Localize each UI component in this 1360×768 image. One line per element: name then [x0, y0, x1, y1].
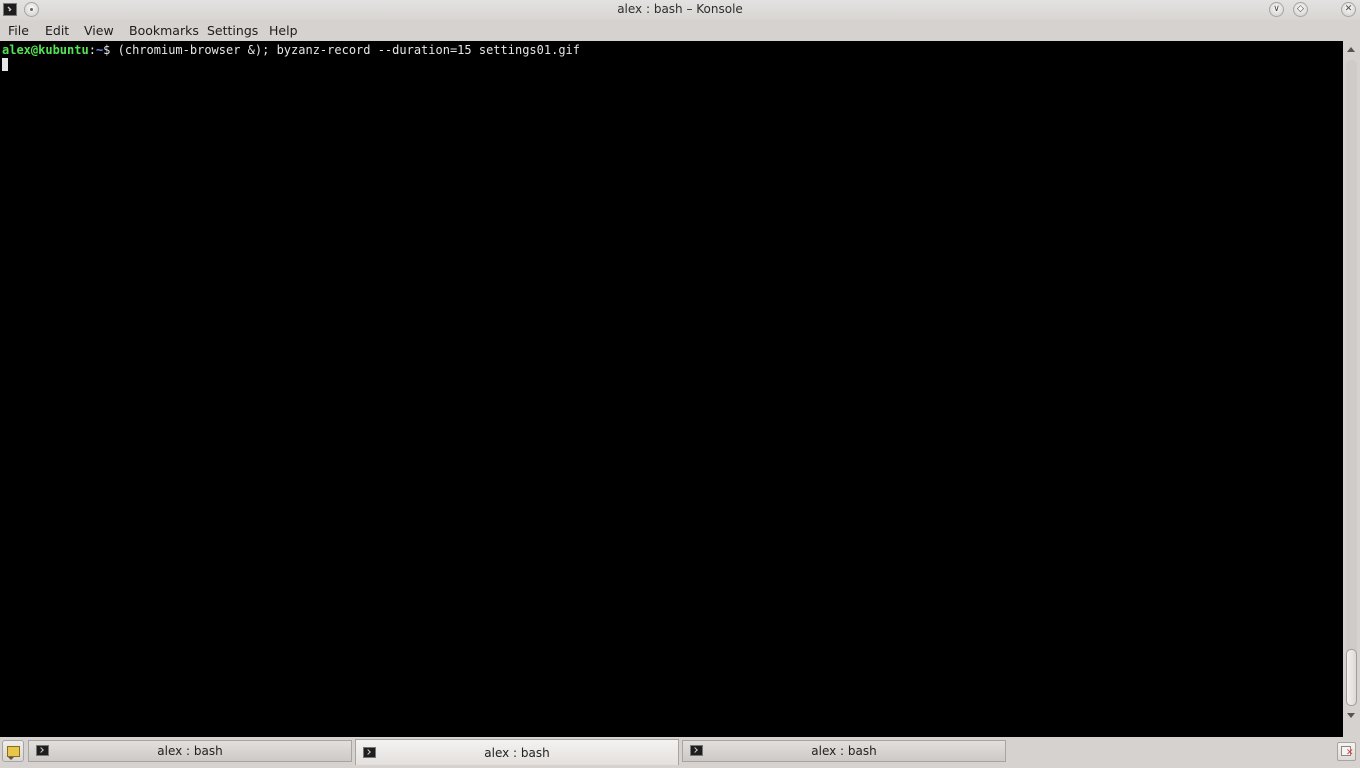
- close-button[interactable]: ✕: [1341, 2, 1356, 17]
- maximize-button[interactable]: ◇: [1293, 2, 1308, 17]
- tab-label: alex : bash: [811, 744, 877, 758]
- terminal-output[interactable]: alex@kubuntu:~$ (chromium-browser &); by…: [0, 41, 1343, 737]
- menu-bookmarks[interactable]: Bookmarks: [129, 23, 199, 38]
- menu-help[interactable]: Help: [269, 23, 298, 38]
- menu-edit[interactable]: Edit: [45, 23, 69, 38]
- vertical-scrollbar[interactable]: [1343, 41, 1360, 737]
- tab-bar: alex : bash alex : bash alex : bash: [0, 737, 1360, 768]
- close-tab-button[interactable]: [1337, 742, 1356, 761]
- title-bar[interactable]: alex : bash – Konsole ∨ ◇ ✕: [0, 0, 1360, 20]
- menu-settings[interactable]: Settings: [207, 23, 258, 38]
- scroll-down-arrow-icon[interactable]: [1347, 713, 1355, 718]
- scrollbar-track[interactable]: [1346, 60, 1357, 706]
- window-title: alex : bash – Konsole: [617, 2, 743, 16]
- tab-1[interactable]: alex : bash: [28, 740, 352, 762]
- menu-view[interactable]: View: [84, 23, 114, 38]
- command-line: alex@kubuntu:~$ (chromium-browser &); by…: [2, 42, 580, 58]
- scrollbar-thumb[interactable]: [1346, 649, 1357, 706]
- tab-label: alex : bash: [484, 746, 550, 760]
- tab-2[interactable]: alex : bash: [355, 739, 679, 765]
- menu-file[interactable]: File: [8, 23, 29, 38]
- prompt-separator: :: [88, 43, 96, 57]
- text-cursor: [2, 58, 8, 71]
- scroll-up-arrow-icon[interactable]: [1347, 47, 1355, 52]
- prompt-user: alex@kubuntu: [2, 43, 89, 57]
- minimize-button[interactable]: ∨: [1269, 2, 1284, 17]
- tab-3[interactable]: alex : bash: [682, 740, 1006, 762]
- tab-label: alex : bash: [157, 744, 223, 758]
- prompt-symbol: $: [103, 43, 118, 57]
- menu-bar: File Edit View Bookmarks Settings Help: [0, 20, 1360, 41]
- command-text: (chromium-browser &); byzanz-record --du…: [117, 43, 580, 57]
- new-tab-button[interactable]: [2, 740, 24, 762]
